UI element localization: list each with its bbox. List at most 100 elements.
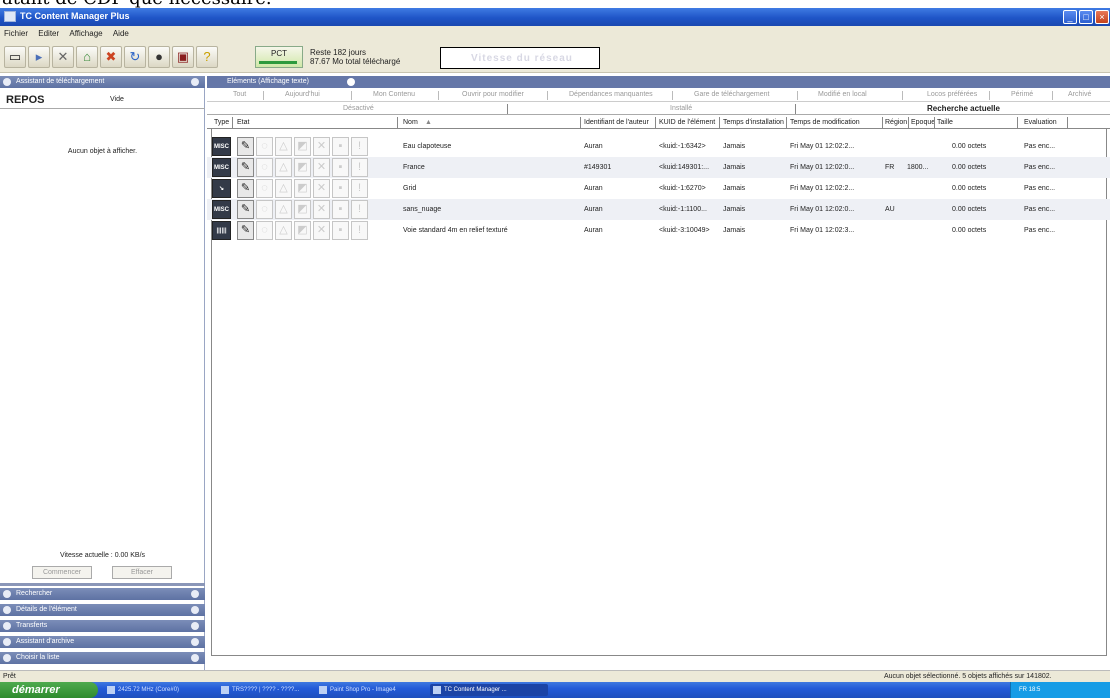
lock-icon[interactable]: ▪ (332, 158, 349, 177)
col-modif-time[interactable]: Temps de modification (790, 119, 860, 126)
view-icon[interactable]: ◌ (256, 200, 273, 219)
toggle-icon[interactable] (191, 78, 199, 86)
group-installe[interactable]: Installé (670, 105, 692, 112)
start-button[interactable]: démarrer (0, 682, 98, 698)
menu-aide[interactable]: Aide (109, 26, 133, 41)
expand-toggle-icon[interactable] (191, 622, 199, 630)
section-details[interactable]: Détails de l'élément (0, 604, 205, 616)
group-desactive[interactable]: Désactivé (343, 105, 374, 112)
lock-icon[interactable]: ▪ (332, 137, 349, 156)
section-transferts[interactable]: Transferts (0, 620, 205, 632)
tools-icon[interactable]: ✕ (313, 221, 330, 240)
edit-icon[interactable]: ✎ (237, 179, 254, 198)
lock-icon[interactable]: ▪ (332, 179, 349, 198)
view-icon[interactable]: ◌ (256, 221, 273, 240)
expand-toggle-icon[interactable] (191, 654, 199, 662)
tools-icon[interactable]: ✕ (313, 137, 330, 156)
package-icon[interactable]: ◩ (294, 200, 311, 219)
task-tc-content-manager[interactable]: TC Content Manager ... (430, 684, 548, 696)
system-tray[interactable]: FR 18:5 (1010, 682, 1110, 698)
options-icon[interactable] (347, 78, 355, 86)
section-liste[interactable]: Choisir la liste (0, 652, 205, 664)
warning-icon[interactable]: △ (275, 179, 292, 198)
tools-icon[interactable]: ✕ (313, 179, 330, 198)
alert-icon[interactable]: ! (351, 158, 368, 177)
warning-icon[interactable]: △ (275, 158, 292, 177)
warning-icon[interactable]: △ (275, 200, 292, 219)
alert-icon[interactable]: ! (351, 221, 368, 240)
edit-icon[interactable]: ✎ (237, 158, 254, 177)
menu-affichage[interactable]: Affichage (65, 26, 106, 41)
table-row[interactable]: ↘ ✎ ◌ △ ◩ ✕ ▪ ! Grid Auran <kuid:-1:6270… (207, 178, 1110, 199)
task-paintshop[interactable]: Paint Shop Pro - Image4 (316, 684, 426, 696)
col-epoque[interactable]: Epoque (911, 119, 935, 126)
delete-icon[interactable]: ✖ (100, 46, 122, 68)
task-browser[interactable]: TRS???? | ???? - ????... (218, 684, 310, 696)
assistant-header[interactable]: Assistant de téléchargement (0, 76, 205, 88)
filter-ouvrir[interactable]: Ouvrir pour modifier (462, 91, 524, 98)
package-icon[interactable]: ◩ (294, 179, 311, 198)
col-taille[interactable]: Taille (937, 119, 953, 126)
package-icon[interactable]: ◩ (294, 137, 311, 156)
filter-dependances[interactable]: Dépendances manquantes (569, 91, 653, 98)
lock-icon[interactable]: ▪ (332, 221, 349, 240)
section-archive[interactable]: Assistant d'archive (0, 636, 205, 648)
table-row[interactable]: MISC ✎ ◌ △ ◩ ✕ ▪ ! France #149301 <kuid:… (207, 157, 1110, 178)
col-evaluation[interactable]: Evaluation (1024, 119, 1057, 126)
col-nom[interactable]: Nom (403, 119, 418, 126)
filter-tout[interactable]: Tout (233, 91, 246, 98)
open-icon[interactable]: ▸ (28, 46, 50, 68)
tools-icon[interactable]: ✕ (52, 46, 74, 68)
menu-editer[interactable]: Editer (34, 26, 63, 41)
edit-icon[interactable]: ✎ (237, 200, 254, 219)
help-icon[interactable]: ? (196, 46, 218, 68)
home-icon[interactable]: ⌂ (76, 46, 98, 68)
alert-icon[interactable]: ! (351, 200, 368, 219)
filter-aujourdhui[interactable]: Aujourd'hui (285, 91, 320, 98)
globe-icon[interactable]: ● (148, 46, 170, 68)
package-icon[interactable]: ◩ (294, 221, 311, 240)
col-etat[interactable]: Etat (237, 119, 249, 126)
table-row[interactable]: MISC ✎ ◌ △ ◩ ✕ ▪ ! Eau clapoteuse Auran … (207, 136, 1110, 157)
table-row[interactable]: MISC ✎ ◌ △ ◩ ✕ ▪ ! sans_nuage Auran <kui… (207, 199, 1110, 220)
edit-icon[interactable]: ✎ (237, 221, 254, 240)
alert-icon[interactable]: ! (351, 137, 368, 156)
tools-icon[interactable]: ✕ (313, 200, 330, 219)
package-icon[interactable]: ◩ (294, 158, 311, 177)
window-titlebar[interactable]: TC Content Manager Plus _ □ × (0, 8, 1110, 26)
filter-modifie[interactable]: Modifié en local (818, 91, 867, 98)
filter-perime[interactable]: Périmé (1011, 91, 1033, 98)
warning-icon[interactable]: △ (275, 137, 292, 156)
train-icon[interactable]: ▣ (172, 46, 194, 68)
clear-button[interactable]: Effacer (112, 566, 172, 579)
table-row[interactable]: |||||| ✎ ◌ △ ◩ ✕ ▪ ! Voie standard 4m en… (207, 220, 1110, 241)
view-icon[interactable]: ◌ (256, 137, 273, 156)
minimize-button[interactable]: _ (1063, 10, 1077, 24)
refresh-icon[interactable]: ↻ (124, 46, 146, 68)
filter-archive[interactable]: Archivé (1068, 91, 1091, 98)
alert-icon[interactable]: ! (351, 179, 368, 198)
view-icon[interactable]: ◌ (256, 179, 273, 198)
warning-icon[interactable]: △ (275, 221, 292, 240)
section-rechercher[interactable]: Rechercher (0, 588, 205, 600)
close-button[interactable]: × (1095, 10, 1109, 24)
col-region[interactable]: Région (885, 119, 907, 126)
pct-badge[interactable]: PCT (255, 46, 303, 68)
filter-gare[interactable]: Gare de téléchargement (694, 91, 770, 98)
menu-fichier[interactable]: Fichier (0, 26, 32, 41)
filter-mon-contenu[interactable]: Mon Contenu (373, 91, 415, 98)
expand-toggle-icon[interactable] (191, 590, 199, 598)
col-kuid[interactable]: KUID de l'élément (659, 119, 715, 126)
start-button[interactable]: Commencer (32, 566, 92, 579)
task-cpu[interactable]: 2425.72 MHz (Core#0) (104, 684, 212, 696)
expand-toggle-icon[interactable] (191, 638, 199, 646)
maximize-button[interactable]: □ (1079, 10, 1093, 24)
view-icon[interactable]: ◌ (256, 158, 273, 177)
col-type[interactable]: Type (214, 119, 229, 126)
new-icon[interactable]: ▭ (4, 46, 26, 68)
tools-icon[interactable]: ✕ (313, 158, 330, 177)
expand-toggle-icon[interactable] (191, 606, 199, 614)
lock-icon[interactable]: ▪ (332, 200, 349, 219)
group-recherche[interactable]: Recherche actuelle (927, 104, 1000, 113)
col-author[interactable]: Identifiant de l'auteur (584, 119, 649, 126)
